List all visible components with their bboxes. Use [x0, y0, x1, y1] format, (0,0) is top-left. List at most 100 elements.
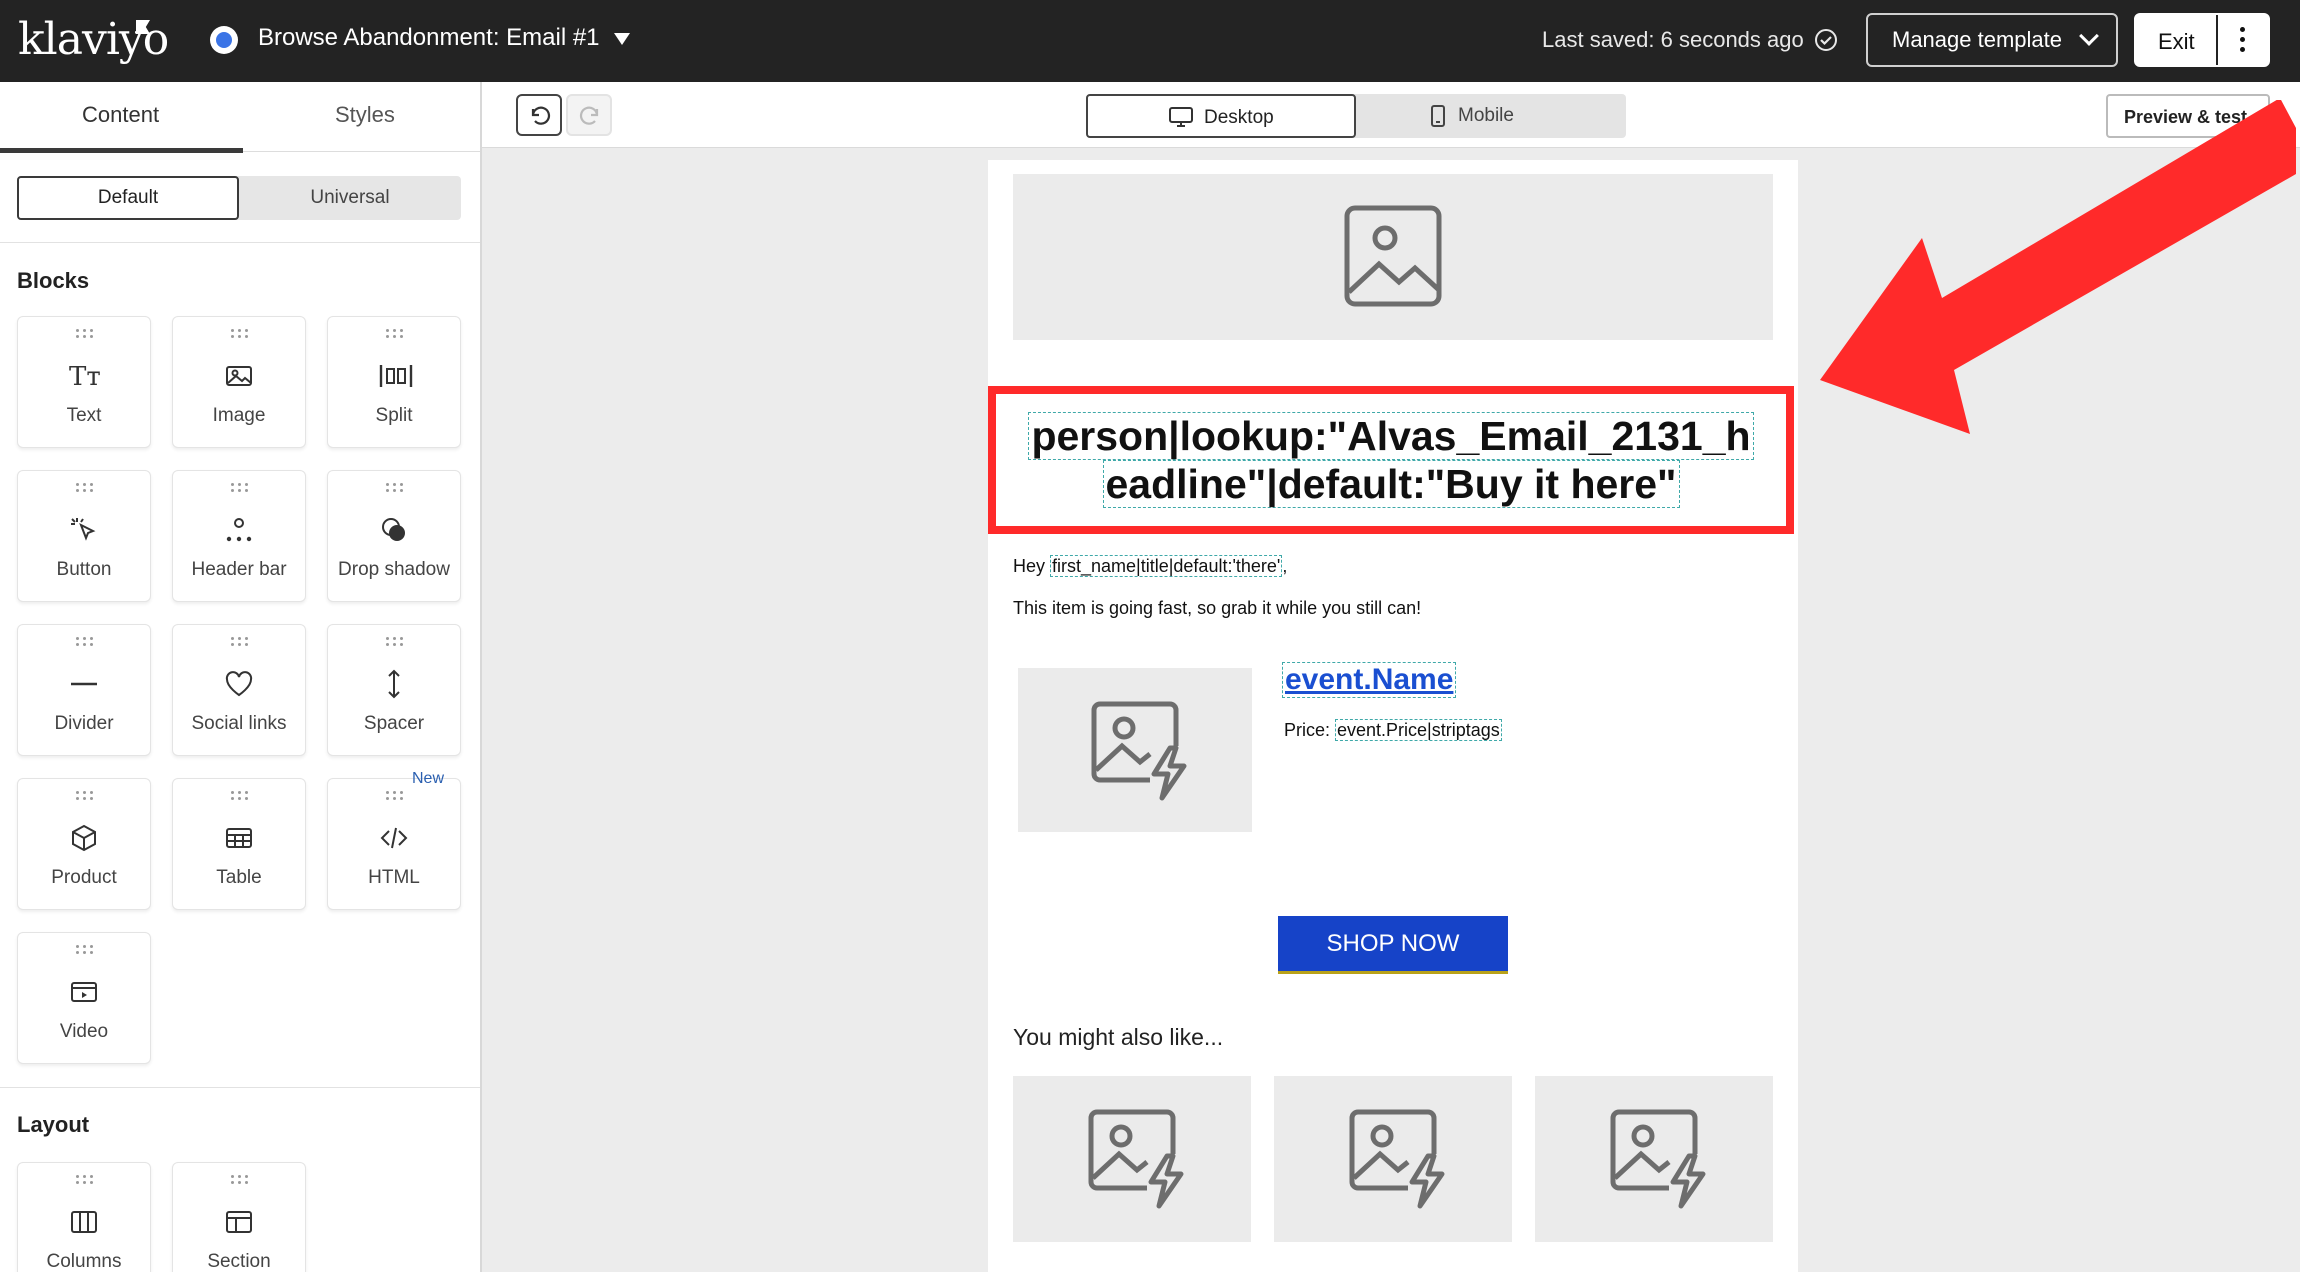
header-bar-icon — [226, 518, 252, 542]
block-label: Drop shadow — [338, 559, 450, 580]
drag-handle-icon[interactable] — [76, 1175, 96, 1185]
flow-title[interactable]: Browse Abandonment: Email #1 — [258, 24, 600, 52]
tab-content[interactable]: Content — [82, 102, 159, 128]
block-label: Social links — [191, 713, 287, 734]
manage-template-label: Manage template — [1892, 27, 2062, 52]
block-label: Divider — [54, 713, 114, 734]
divider — [0, 242, 480, 243]
divider-icon — [71, 682, 97, 686]
block-image[interactable]: Image — [172, 316, 306, 448]
block-video[interactable]: Video — [17, 932, 151, 1064]
section-icon — [226, 1211, 252, 1233]
drag-handle-icon[interactable] — [386, 483, 406, 493]
last-saved-status: Last saved: 6 seconds ago — [1542, 27, 1804, 52]
price-tag: event.Price|striptags — [1335, 719, 1502, 741]
dynamic-image-icon — [1091, 701, 1187, 801]
block-divider[interactable]: Divider — [17, 624, 151, 756]
drag-handle-icon[interactable] — [231, 1175, 251, 1185]
drag-handle-icon[interactable] — [76, 791, 96, 801]
product-image-placeholder[interactable] — [1018, 668, 1252, 832]
recommendation-image-placeholder[interactable] — [1535, 1076, 1773, 1242]
block-button[interactable]: Button — [17, 470, 151, 602]
drag-handle-icon[interactable] — [76, 329, 96, 339]
greeting-text[interactable]: Hey first_name|title|default:'there', — [1013, 555, 1287, 577]
divider — [0, 1087, 480, 1088]
drag-handle-icon[interactable] — [76, 945, 96, 955]
redo-icon — [579, 106, 599, 125]
product-name-link[interactable]: event.Name — [1282, 662, 1457, 698]
drag-handle-icon[interactable] — [386, 637, 406, 647]
video-icon — [71, 982, 97, 1002]
dynamic-image-icon — [1349, 1109, 1445, 1209]
block-text[interactable]: Tт Text — [17, 316, 151, 448]
block-social-links[interactable]: Social links — [172, 624, 306, 756]
block-section[interactable]: Section — [172, 1162, 306, 1272]
block-label: Product — [51, 867, 117, 888]
block-label: Text — [66, 405, 102, 426]
drag-handle-icon[interactable] — [231, 329, 251, 339]
drag-handle-icon[interactable] — [386, 791, 406, 801]
price-label: Price: — [1284, 720, 1336, 740]
more-options-icon[interactable] — [2240, 27, 2246, 53]
dynamic-image-icon — [1610, 1109, 1706, 1209]
drag-handle-icon[interactable] — [231, 483, 251, 493]
new-badge: New — [412, 770, 445, 787]
svg-text:Tт: Tт — [69, 362, 101, 391]
drag-handle-icon[interactable] — [76, 637, 96, 647]
block-product[interactable]: Product — [17, 778, 151, 910]
top-bar: klaviyo Browse Abandonment: Email #1 Las… — [0, 0, 2300, 82]
headline-line-2: eadline"|default:"Buy it here" — [1102, 460, 1680, 508]
table-icon — [226, 828, 252, 848]
exit-button[interactable]: Exit — [2158, 29, 2195, 55]
code-icon — [380, 827, 408, 849]
recommendations-heading[interactable]: You might also like... — [1013, 1024, 1223, 1051]
layout-heading: Layout — [17, 1112, 90, 1137]
chevron-down-icon — [2079, 26, 2099, 46]
block-html[interactable]: HTML — [327, 778, 461, 910]
drag-handle-icon[interactable] — [231, 791, 251, 801]
undo-button[interactable] — [516, 94, 562, 136]
block-drop-shadow[interactable]: Drop shadow — [327, 470, 461, 602]
left-panel: Content Styles Default Universal Blocks … — [0, 82, 482, 1272]
red-arrow-annotation — [1820, 100, 2296, 434]
block-split[interactable]: Split — [327, 316, 461, 448]
shop-now-button[interactable]: SHOP NOW — [1278, 916, 1508, 974]
block-table[interactable]: Table — [172, 778, 306, 910]
caret-down-icon[interactable] — [614, 33, 630, 45]
drag-handle-icon[interactable] — [76, 483, 96, 493]
button-cursor-icon — [71, 518, 96, 541]
recommendation-image-placeholder[interactable] — [1013, 1076, 1251, 1242]
block-label: Button — [56, 559, 112, 580]
universal-toggle[interactable]: Universal — [239, 176, 461, 220]
block-label: Split — [375, 405, 413, 426]
headline-line-1: person|lookup:"Alvas_Email_2131_h — [1028, 412, 1754, 460]
block-label: Spacer — [363, 713, 425, 734]
greeting-prefix: Hey — [1013, 556, 1051, 576]
blocks-heading: Blocks — [17, 268, 90, 293]
block-label: Video — [59, 1021, 109, 1042]
dynamic-image-icon — [1088, 1109, 1184, 1209]
headline-text[interactable]: person|lookup:"Alvas_Email_2131_h eadlin… — [1016, 412, 1766, 508]
default-toggle[interactable]: Default — [17, 176, 239, 220]
drop-shadow-icon — [382, 518, 405, 541]
block-spacer[interactable]: Spacer — [327, 624, 461, 756]
exit-button-group: Exit — [2134, 13, 2270, 67]
body-text[interactable]: This item is going fast, so grab it whil… — [1013, 598, 1421, 619]
redo-button[interactable] — [566, 94, 612, 136]
desktop-icon — [1169, 107, 1193, 127]
price-text[interactable]: Price: event.Price|striptags — [1284, 719, 1502, 741]
drag-handle-icon[interactable] — [386, 329, 406, 339]
recommendation-image-placeholder[interactable] — [1274, 1076, 1512, 1242]
drag-handle-icon[interactable] — [231, 637, 251, 647]
block-label: Header bar — [191, 559, 287, 580]
manage-template-button[interactable]: Manage template — [1866, 13, 2118, 67]
hero-image-placeholder[interactable] — [1013, 174, 1773, 340]
tab-styles[interactable]: Styles — [335, 102, 395, 128]
mobile-view-button[interactable]: Mobile — [1356, 94, 1626, 138]
block-columns[interactable]: Columns — [17, 1162, 151, 1272]
mobile-label: Mobile — [1458, 105, 1514, 126]
desktop-view-button[interactable]: Desktop — [1086, 94, 1356, 138]
undo-icon — [531, 106, 551, 125]
heart-icon — [225, 671, 253, 697]
block-header-bar[interactable]: Header bar — [172, 470, 306, 602]
